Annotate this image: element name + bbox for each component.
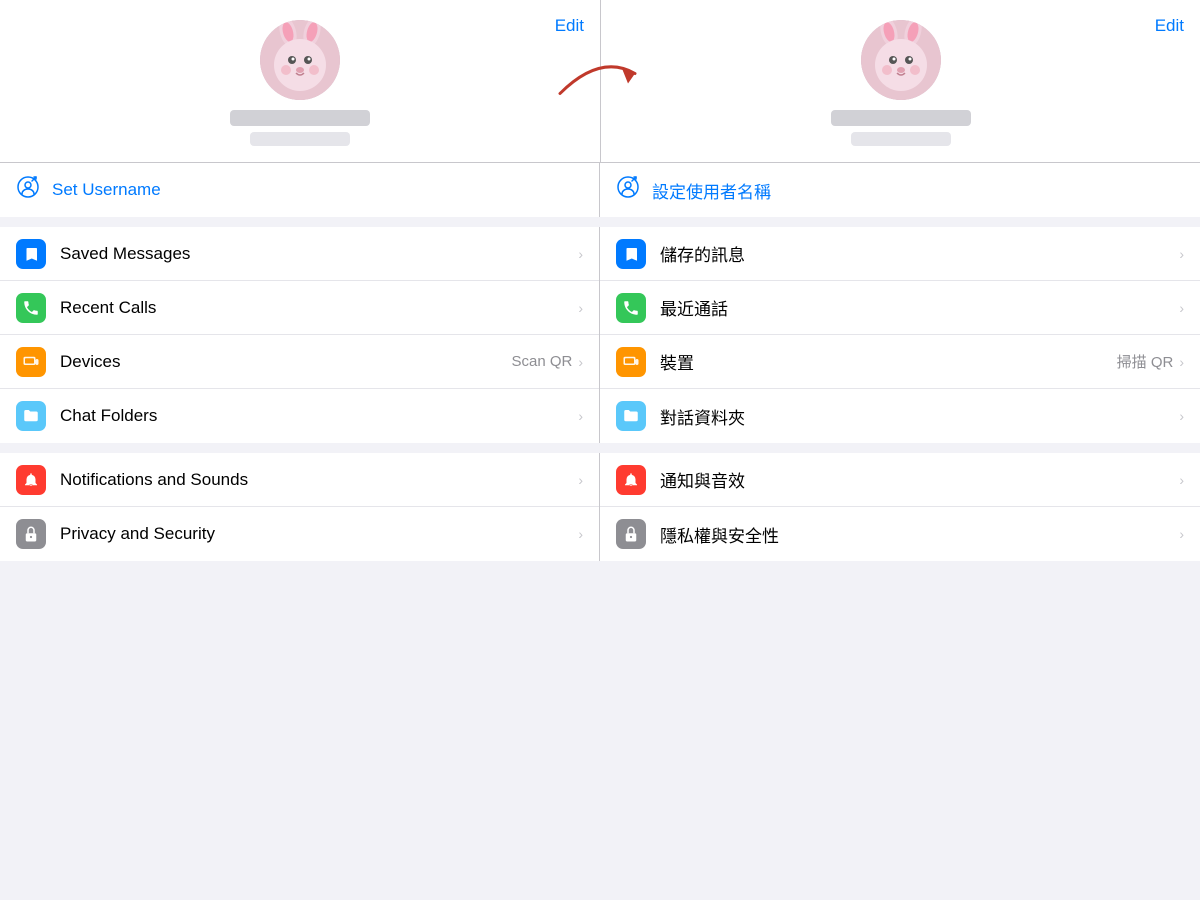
right-name-placeholder [831,110,971,126]
right-saved-messages[interactable]: 儲存的訊息 › [600,227,1200,281]
left-devices[interactable]: Devices Scan QR › [0,335,599,389]
left-devices-chevron: › [578,354,583,370]
right-saved-messages-icon-box [616,239,646,269]
right-chat-folders[interactable]: 對話資料夾 › [600,389,1200,443]
left-privacy-label: Privacy and Security [60,524,578,544]
right-notifications-icon-box [616,465,646,495]
right-recent-calls-label: 最近通話 [660,295,1179,320]
right-recent-calls-icon-box [616,293,646,323]
left-menu-group-2: Notifications and Sounds › Privacy and S… [0,453,600,561]
right-saved-messages-chevron: › [1179,246,1184,262]
left-chat-folders-chevron: › [578,408,583,424]
right-chat-folders-label: 對話資料夾 [660,404,1179,429]
right-privacy-chevron: › [1179,526,1184,542]
right-recent-calls-chevron: › [1179,300,1184,316]
right-privacy-icon-box [616,519,646,549]
right-privacy-label: 隱私權與安全性 [660,522,1179,547]
left-chat-folders[interactable]: Chat Folders › [0,389,599,443]
right-avatar [861,20,941,100]
left-recent-calls[interactable]: Recent Calls › [0,281,599,335]
right-phone-placeholder [851,132,951,146]
left-edit-button[interactable]: Edit [555,16,584,36]
right-notifications-chevron: › [1179,472,1184,488]
left-recent-calls-chevron: › [578,300,583,316]
recent-calls-icon-box [16,293,46,323]
notifications-icon-box [16,465,46,495]
right-privacy[interactable]: 隱私權與安全性 › [600,507,1200,561]
right-recent-calls[interactable]: 最近通話 › [600,281,1200,335]
right-saved-messages-label: 儲存的訊息 [660,241,1179,266]
right-devices-chevron: › [1179,354,1184,370]
left-privacy[interactable]: Privacy and Security › [0,507,599,561]
right-devices-hint: 掃描 QR [1117,351,1174,372]
left-saved-messages-label: Saved Messages [60,244,578,264]
left-profile: Edit [0,0,600,162]
chat-folders-icon-box [16,401,46,431]
left-username-icon [16,175,40,205]
right-notifications[interactable]: 通知與音效 › [600,453,1200,507]
left-notifications-chevron: › [578,472,583,488]
left-avatar [260,20,340,100]
left-chat-folders-label: Chat Folders [60,406,578,426]
privacy-icon-box [16,519,46,549]
right-username-label: 設定使用者名稱 [652,178,771,203]
left-avatar-image [260,20,340,100]
right-menu-group-2: 通知與音效 › 隱私權與安全性 › [600,453,1200,561]
right-menu-group-1: 儲存的訊息 › 最近通話 › 裝置 掃描 QR › [600,227,1200,443]
devices-icon-box [16,347,46,377]
left-devices-label: Devices [60,352,511,372]
left-notifications[interactable]: Notifications and Sounds › [0,453,599,507]
left-username-label: Set Username [52,180,161,200]
right-edit-button[interactable]: Edit [1155,16,1184,36]
left-menu-group-1: Saved Messages › Recent Calls › Device [0,227,600,443]
right-devices-label: 裝置 [660,349,1117,374]
right-chat-folders-chevron: › [1179,408,1184,424]
saved-messages-icon-box [16,239,46,269]
left-devices-hint: Scan QR [511,353,572,370]
right-profile: Edit [600,0,1200,162]
right-devices-icon-box [616,347,646,377]
right-avatar-image [861,20,941,100]
right-username-icon [616,175,640,205]
right-notifications-label: 通知與音效 [660,467,1179,492]
left-saved-messages-chevron: › [578,246,583,262]
left-privacy-chevron: › [578,526,583,542]
left-set-username[interactable]: Set Username [0,163,600,217]
left-saved-messages[interactable]: Saved Messages › [0,227,599,281]
left-notifications-label: Notifications and Sounds [60,470,578,490]
right-chat-folders-icon-box [616,401,646,431]
left-recent-calls-label: Recent Calls [60,298,578,318]
menu-group-1: Saved Messages › Recent Calls › Device [0,227,1200,453]
right-devices[interactable]: 裝置 掃描 QR › [600,335,1200,389]
right-set-username[interactable]: 設定使用者名稱 [600,163,1200,217]
left-phone-placeholder [250,132,350,146]
menu-group-2: Notifications and Sounds › Privacy and S… [0,453,1200,561]
left-name-placeholder [230,110,370,126]
